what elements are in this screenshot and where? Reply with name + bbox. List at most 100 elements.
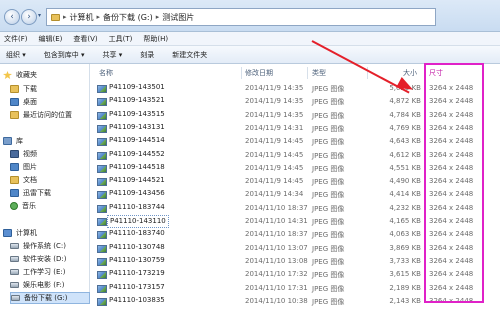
jpeg-file-icon	[97, 98, 107, 107]
burn-button[interactable]: 刻录	[140, 50, 154, 60]
recent-places-icon	[10, 111, 19, 119]
file-name[interactable]: P41109-144521	[107, 175, 167, 188]
file-date: 2014/11/9 14:45	[245, 177, 304, 186]
file-type: JPEG 图像	[312, 244, 345, 253]
sidebar-item-documents[interactable]: 文档	[10, 174, 100, 186]
file-size: 4,232 KB	[389, 203, 421, 212]
dimensions-highlight-box	[424, 63, 484, 303]
jpeg-file-icon	[97, 231, 107, 240]
file-name[interactable]: P41109-143521	[107, 95, 167, 108]
file-name[interactable]: P41109-144518	[107, 162, 167, 175]
sidebar-item-thunder[interactable]: 迅雷下载	[10, 187, 100, 199]
jpeg-file-icon	[97, 178, 107, 187]
sidebar-libraries[interactable]: 库	[3, 135, 93, 147]
organize-button[interactable]: 组织 ▾	[6, 50, 26, 60]
menu-tools[interactable]: 工具(T)	[109, 34, 133, 44]
file-name[interactable]: P41110-103835	[107, 295, 167, 308]
include-in-library-button[interactable]: 包含到库中 ▾	[44, 50, 85, 60]
file-name[interactable]: P41110-173219	[107, 268, 167, 281]
sidebar-item-videos[interactable]: 视频	[10, 148, 100, 160]
column-name-header[interactable]: 名称	[99, 68, 113, 80]
jpeg-file-icon	[97, 244, 107, 253]
file-type: JPEG 图像	[312, 257, 345, 266]
jpeg-file-icon	[97, 218, 107, 226]
jpeg-file-icon	[97, 138, 107, 147]
sidebar-item-recent[interactable]: 最近访问的位置	[10, 109, 100, 121]
command-toolbar: 组织 ▾ 包含到库中 ▾ 共享 ▾ 刻录 新建文件夹	[0, 46, 500, 64]
file-name[interactable]: P41110-130748	[107, 242, 167, 255]
file-date: 2014/11/9 14:35	[245, 110, 304, 119]
jpeg-file-icon	[97, 271, 107, 280]
address-input[interactable]: ▸ 计算机 ▸ 备份下载 (G:) ▸ 测试图片	[46, 8, 436, 26]
breadcrumb-drive[interactable]: 备份下载 (G:)	[103, 12, 153, 23]
jpeg-file-icon	[97, 204, 107, 213]
file-size: 4,165 KB	[389, 217, 421, 225]
file-date: 2014/11/10 10:38	[245, 296, 308, 305]
file-name[interactable]: P41110-143110	[107, 215, 169, 228]
video-icon	[10, 150, 19, 158]
jpeg-file-icon	[97, 151, 107, 160]
file-date: 2014/11/9 14:45	[245, 137, 304, 146]
new-folder-button[interactable]: 新建文件夹	[172, 50, 207, 60]
file-date: 2014/11/9 14:35	[245, 84, 304, 92]
file-size: 3,615 KB	[389, 270, 421, 279]
file-type: JPEG 图像	[312, 191, 345, 200]
file-size: 2,189 KB	[389, 283, 421, 292]
file-date: 2014/11/9 14:45	[245, 150, 304, 159]
file-name[interactable]: P41110-130759	[107, 255, 167, 268]
file-name[interactable]: P41110-183744	[107, 202, 167, 215]
file-name[interactable]: P41109-143501	[107, 82, 167, 95]
sidebar-computer[interactable]: 计算机	[3, 227, 93, 239]
sidebar-favorites[interactable]: 收藏夹	[3, 69, 93, 81]
jpeg-file-icon	[97, 85, 107, 93]
history-dropdown-icon[interactable]: ▾	[38, 12, 41, 19]
file-size: 4,643 KB	[389, 137, 421, 146]
back-button[interactable]: ‹	[4, 9, 20, 25]
file-name[interactable]: P41109-144514	[107, 135, 167, 148]
folder-icon	[10, 85, 19, 93]
sidebar-item-pictures[interactable]: 图片	[10, 161, 100, 173]
file-date: 2014/11/10 18:37	[245, 230, 308, 239]
file-date: 2014/11/9 14:34	[245, 190, 304, 199]
sidebar-drive-c[interactable]: 操作系统 (C:)	[10, 240, 100, 252]
file-date: 2014/11/10 13:08	[245, 256, 308, 265]
menu-bar: 文件(F) 编辑(E) 查看(V) 工具(T) 帮助(H)	[0, 32, 500, 46]
file-type: JPEG 图像	[312, 297, 345, 306]
file-size: 3,869 KB	[389, 243, 421, 252]
file-name[interactable]: P41109-143515	[107, 109, 167, 122]
drive-icon	[10, 256, 19, 262]
breadcrumb-computer[interactable]: 计算机	[70, 12, 94, 23]
file-type: JPEG 图像	[312, 85, 345, 93]
sidebar-drive-e[interactable]: 工作学习 (E:)	[10, 266, 100, 278]
file-type: JPEG 图像	[312, 98, 345, 107]
menu-view[interactable]: 查看(V)	[73, 34, 97, 44]
file-size: 4,784 KB	[389, 110, 421, 119]
menu-file[interactable]: 文件(F)	[4, 34, 28, 44]
file-size: 4,551 KB	[389, 163, 421, 172]
breadcrumb-folder[interactable]: 测试图片	[162, 12, 194, 23]
file-name[interactable]: P41110-173157	[107, 282, 167, 295]
file-type: JPEG 图像	[312, 124, 345, 133]
sidebar-item-desktop[interactable]: 桌面	[10, 96, 100, 108]
sidebar-drive-f[interactable]: 娱乐电影 (F:)	[10, 279, 100, 291]
forward-button[interactable]: ›	[21, 9, 37, 25]
sidebar-drive-g[interactable]: 备份下载 (G:)	[10, 292, 90, 304]
menu-edit[interactable]: 编辑(E)	[39, 34, 63, 44]
sidebar-item-music[interactable]: 音乐	[10, 200, 100, 212]
file-size: 2,143 KB	[389, 296, 421, 305]
desktop-icon	[10, 98, 19, 106]
file-name[interactable]: P41109-143131	[107, 122, 167, 135]
sidebar-drive-d[interactable]: 软件安装 (D:)	[10, 253, 100, 265]
menu-help[interactable]: 帮助(H)	[143, 34, 168, 44]
sidebar-item-downloads[interactable]: 下载	[10, 83, 100, 95]
file-name[interactable]: P41109-144552	[107, 149, 167, 162]
file-name[interactable]: P41110-183740	[107, 228, 167, 241]
navigation-pane: 收藏夹 下载 桌面 最近访问的位置 库 视频 图片 文档 迅雷下载 音乐 计算机	[0, 64, 93, 304]
share-button[interactable]: 共享 ▾	[103, 50, 123, 60]
column-date-header[interactable]: 修改日期	[245, 68, 273, 80]
pictures-icon	[10, 163, 19, 171]
column-type-header[interactable]: 类型	[312, 68, 326, 80]
file-name[interactable]: P41109-143456	[107, 188, 167, 201]
file-type: JPEG 图像	[312, 271, 345, 280]
documents-icon	[10, 176, 19, 184]
